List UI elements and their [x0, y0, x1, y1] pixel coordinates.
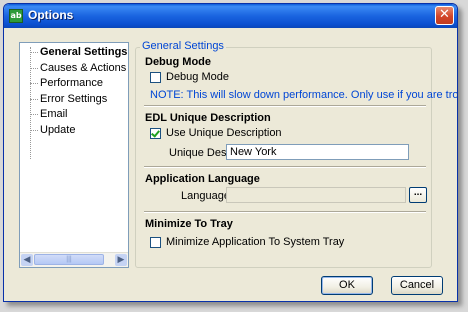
debug-mode-heading: Debug Mode	[145, 56, 211, 68]
window-title: Options	[28, 8, 74, 22]
tree-item-label: Update	[40, 123, 76, 136]
scroll-left-icon[interactable]: ◀	[21, 254, 33, 266]
tree-connector	[30, 129, 38, 131]
language-input[interactable]	[226, 187, 406, 203]
unique-desc-input[interactable]: New York	[226, 144, 409, 160]
use-unique-description-label[interactable]: Use Unique Description	[166, 127, 282, 139]
separator	[144, 211, 426, 213]
close-button[interactable]: ✕	[435, 6, 454, 25]
debug-mode-label[interactable]: Debug Mode	[166, 71, 229, 83]
tree-item[interactable]: Causes & Actions	[20, 61, 128, 77]
minimize-to-tray-heading: Minimize To Tray	[145, 218, 233, 230]
ok-button[interactable]: OK	[321, 276, 373, 295]
browse-language-button[interactable]: ...	[409, 187, 427, 203]
app-icon: ab	[9, 9, 23, 23]
edl-heading: EDL Unique Description	[145, 112, 271, 124]
tree-item-label: Email	[40, 108, 68, 120]
tree-item-label: General Settings	[40, 46, 128, 58]
horizontal-scrollbar[interactable]: ◀ ||| ▶	[20, 252, 128, 267]
minimize-to-tray-label[interactable]: Minimize Application To System Tray	[166, 236, 344, 248]
tree-items: General Settings Causes & Actions Performa…	[20, 45, 128, 138]
settings-tree[interactable]: General Settings Causes & Actions Performa…	[19, 42, 129, 268]
cancel-button[interactable]: Cancel	[391, 276, 443, 295]
tree-item-label: Causes & Actions	[40, 61, 127, 74]
tree-item[interactable]: Error Settings	[20, 92, 128, 108]
title-bar[interactable]: ab Options ✕	[4, 4, 457, 28]
tree-item-label: Performance	[40, 77, 103, 89]
minimize-to-tray-checkbox[interactable]	[150, 237, 161, 248]
tree-connector	[30, 52, 38, 53]
use-unique-description-checkbox[interactable]	[150, 128, 161, 139]
dialog-body: General Settings Causes & Actions Performa…	[7, 28, 457, 298]
options-dialog: ab Options ✕ General Settings Causes & Ac…	[3, 3, 458, 302]
separator	[144, 166, 426, 168]
debug-note: NOTE: This will slow down performance. O…	[150, 89, 458, 101]
tree-connector	[30, 67, 38, 69]
tree-connector	[30, 114, 38, 115]
separator	[144, 105, 426, 107]
tree-item[interactable]: General Settings	[20, 45, 128, 61]
tree-item[interactable]: Performance	[20, 76, 128, 92]
scroll-right-icon[interactable]: ▶	[115, 254, 127, 266]
application-language-heading: Application Language	[145, 173, 260, 185]
tree-connector	[30, 83, 38, 84]
tree-item-label: Error Settings	[40, 92, 108, 105]
tree-connector	[30, 98, 38, 100]
scroll-thumb[interactable]: |||	[34, 254, 104, 265]
tree-item[interactable]: Email	[20, 107, 128, 123]
debug-mode-checkbox[interactable]	[150, 72, 161, 83]
group-title: General Settings	[140, 40, 226, 52]
tree-item[interactable]: Update	[20, 123, 128, 139]
